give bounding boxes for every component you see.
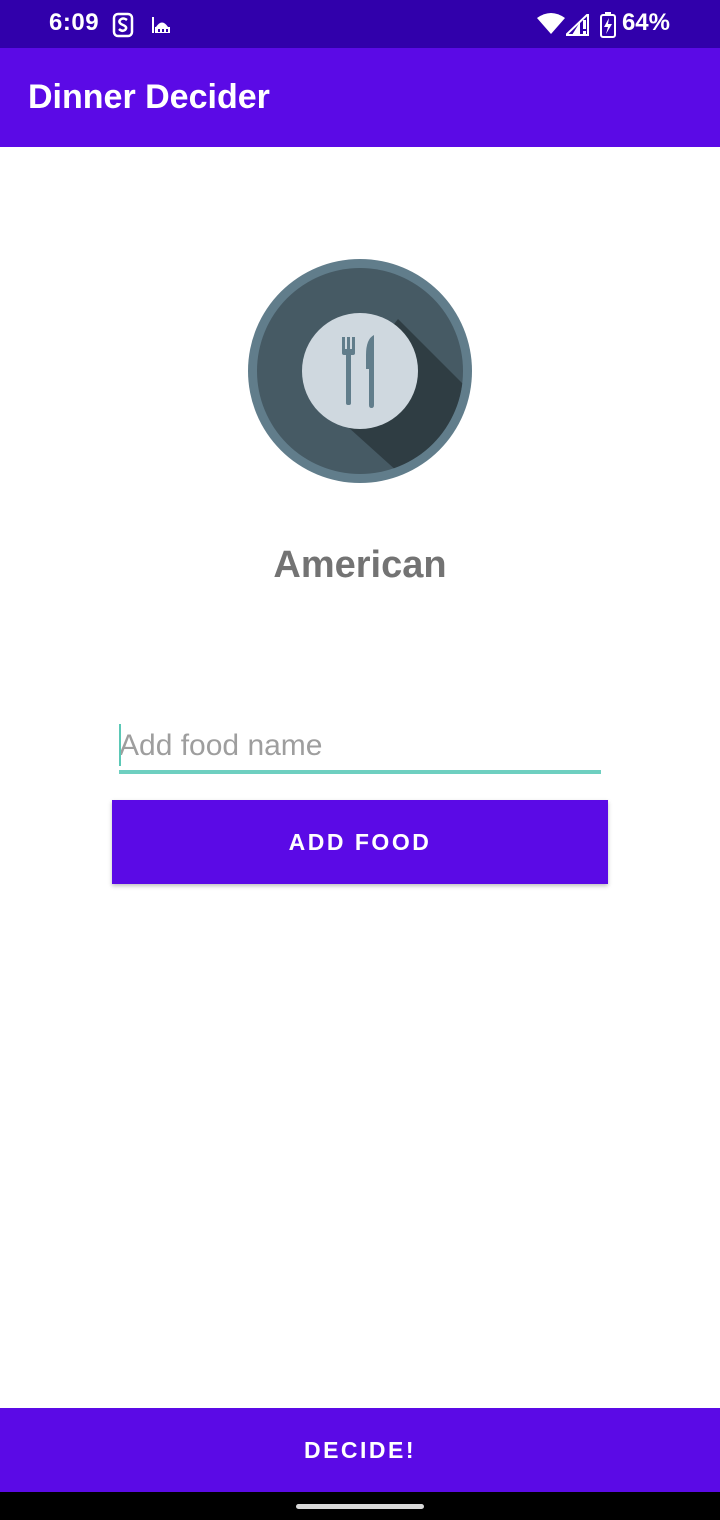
app-screen: 6:09 64% Dinner Decider American Add foo… (0, 0, 720, 1520)
decide-button[interactable]: DECIDE! (0, 1408, 720, 1492)
text-cursor (119, 724, 121, 766)
status-bar: 6:09 64% (0, 0, 720, 48)
food-name-input[interactable] (119, 722, 601, 770)
home-gesture-handle[interactable] (296, 1504, 424, 1509)
food-name-field[interactable] (119, 722, 601, 774)
app-title: Dinner Decider (28, 78, 270, 116)
notification-s-icon (112, 12, 134, 43)
input-underline (119, 770, 601, 774)
navigation-bar (0, 1492, 720, 1520)
add-food-button[interactable]: ADD FOOD (112, 800, 608, 884)
signal-icon (563, 11, 590, 41)
plate-fork-knife-icon (248, 259, 472, 483)
mosque-icon (150, 14, 172, 41)
battery-charging-icon (600, 12, 616, 43)
selected-food-label: American (273, 544, 447, 586)
app-bar: Dinner Decider (0, 48, 720, 147)
battery-percentage: 64% (621, 9, 670, 36)
status-time: 6:09 (49, 9, 100, 36)
wifi-icon (537, 13, 565, 40)
